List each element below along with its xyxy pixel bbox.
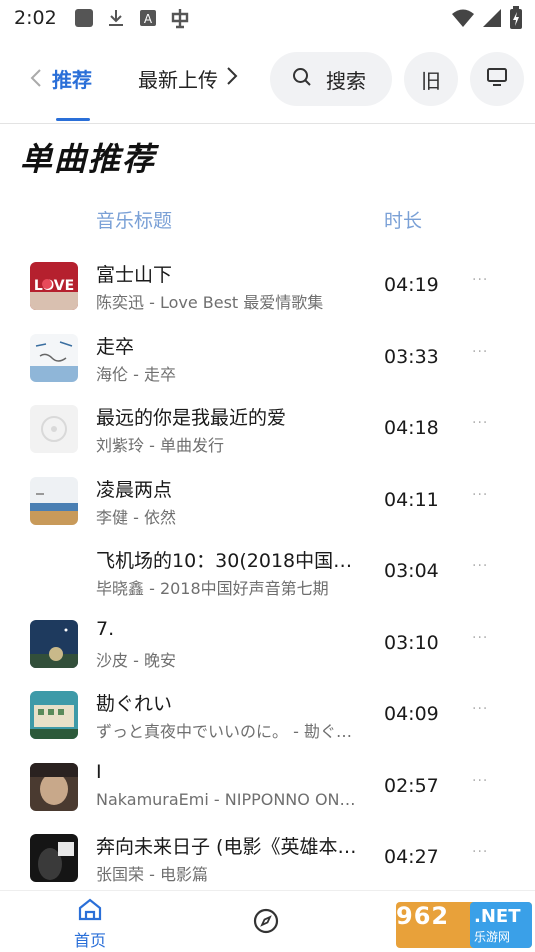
album-cover-placeholder [30,405,78,453]
app-square-icon [73,7,95,29]
compass-icon [252,908,280,939]
watermark-logo: 962 .NET 乐游网 [396,902,532,948]
svg-text:A: A [144,12,153,26]
column-header-title: 音乐标题 [96,210,173,232]
nav-home[interactable]: 首页 [68,897,112,951]
song-row[interactable]: 飞机场的10：30(2018中国好声音第七期 毕晓鑫 - 2018中国好声音第七… [0,536,535,608]
song-title: 富士山下 [96,264,173,286]
song-row[interactable]: 走卒 海伦 - 走卒 03:33 ··· [0,322,535,394]
song-list: LOVE 富士山下 陈奕迅 - Love Best 最爱情歌集 04:19 ··… [0,250,535,894]
song-duration: 04:27 [384,846,439,868]
active-tab-indicator [56,118,90,121]
song-artist-album: ずっと真夜中でいいのに。 - 勘ぐれい [96,722,366,741]
more-options-button[interactable]: ··· [472,630,488,646]
album-cover [30,476,78,525]
album-cover [30,619,78,668]
song-artist-album: 沙皮 - 晚安 [96,650,176,670]
song-title: 奔向未来日子 (电影《英雄本色》插曲) [96,836,366,858]
column-header-duration: 时长 [384,210,423,232]
song-duration: 04:19 [384,274,439,296]
signal-icon [481,7,503,33]
album-cover: LOVE [30,262,78,310]
song-artist-album: NakamuraEmi - NIPPONNO ONNAWO UTAU [96,789,366,809]
top-nav: 推荐 最新上传 搜索 旧 [0,40,535,124]
song-duration: 04:18 [384,417,439,439]
section-title: 单曲推荐 [20,140,157,178]
nav-home-label: 首页 [73,931,106,950]
status-right [451,6,523,34]
song-artist-album: 张国荣 - 电影篇 [96,865,208,884]
song-title: 勘ぐれい [96,693,173,715]
song-artist-album: 陈奕迅 - Love Best 最爱情歌集 [96,293,324,312]
nav-discover[interactable] [252,907,280,939]
old-version-button[interactable]: 旧 [404,52,458,106]
wifi-icon [451,7,475,33]
song-duration: 03:04 [384,560,439,582]
album-cover [30,691,78,739]
status-time: 2:02 [14,7,57,29]
more-options-button[interactable]: ··· [472,558,488,574]
battery-icon [509,6,523,34]
more-options-button[interactable]: ··· [472,773,488,789]
song-row[interactable]: 7. 沙皮 - 晚安 03:10 ··· [0,608,535,680]
watermark-sub: 乐游网 [474,930,511,944]
song-artist-album: 海伦 - 走卒 [96,364,176,384]
tab-latest-upload[interactable]: 最新上传 [138,64,218,93]
album-cover [30,333,78,382]
tab-scroll-right-icon[interactable] [226,66,238,91]
song-row[interactable]: 最远的你是我最近的爱 刘紫玲 - 单曲发行 04:18 ··· [0,393,535,465]
more-options-button[interactable]: ··· [472,415,488,431]
more-options-button[interactable]: ··· [472,844,488,860]
song-duration: 03:33 [384,345,439,368]
tab-recommend[interactable]: 推荐 [52,64,92,93]
more-options-button[interactable]: ··· [472,344,488,360]
album-cover-empty [30,548,78,596]
search-label: 搜索 [326,68,366,93]
bug-app-icon [169,7,191,29]
more-options-button[interactable]: ··· [472,701,488,717]
watermark-number: 962 [396,902,450,930]
song-artist-album: 李健 - 依然 [96,507,176,527]
tv-cast-button[interactable] [470,52,524,106]
album-cover [30,834,78,882]
song-title: 最远的你是我最近的爱 [96,407,287,429]
song-row[interactable]: 勘ぐれい ずっと真夜中でいいのに。 - 勘ぐれい 04:09 ··· [0,679,535,751]
song-row[interactable]: 奔向未来日子 (电影《英雄本色》插曲) 张国荣 - 电影篇 04:27 ··· [0,822,535,894]
old-version-label: 旧 [421,68,441,93]
status-bar: 2:02 A [0,0,535,36]
font-a-icon: A [137,7,159,29]
album-cover [30,762,78,811]
song-title: 飞机场的10：30(2018中国好声音第七期 [96,550,366,572]
song-row[interactable]: LOVE 富士山下 陈奕迅 - Love Best 最爱情歌集 04:19 ··… [0,250,535,322]
song-artist-album: 刘紫玲 - 单曲发行 [96,436,224,455]
song-duration: 02:57 [384,774,439,797]
song-row[interactable]: 凌晨两点 李健 - 依然 04:11 ··· [0,465,535,537]
song-artist-album: 毕晓鑫 - 2018中国好声音第七期 [96,579,329,598]
monitor-icon [487,67,507,91]
song-title: I [96,760,102,783]
more-options-button[interactable]: ··· [472,272,488,288]
download-icon [105,7,127,29]
tab-scroll-left-icon[interactable] [30,68,42,93]
home-icon [77,898,103,925]
song-row[interactable]: I NakamuraEmi - NIPPONNO ONNAWO UTAU 02:… [0,751,535,823]
search-icon [292,67,312,91]
song-title: 凌晨两点 [96,478,173,501]
watermark-net: .NET [474,906,521,927]
song-title: 走卒 [96,335,135,358]
song-title: 7. [96,617,115,640]
song-duration: 04:11 [384,488,439,511]
search-button[interactable]: 搜索 [270,52,392,106]
song-duration: 03:10 [384,631,439,654]
svg-text:LOVE: LOVE [34,278,74,294]
song-duration: 04:09 [384,703,439,725]
more-options-button[interactable]: ··· [472,487,488,503]
